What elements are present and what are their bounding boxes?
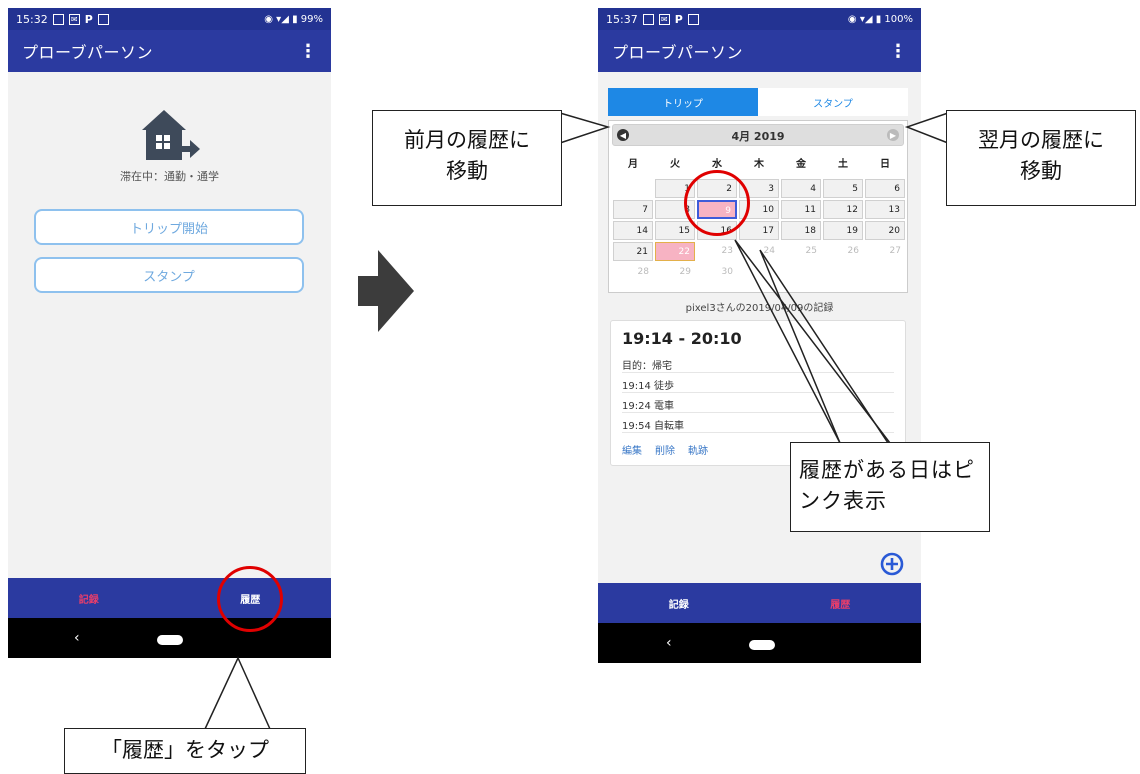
highlight-circle-selected-day — [684, 170, 750, 236]
callout-pink-text: 履歴がある日はピンク表示 — [799, 458, 975, 513]
callout-prev-month: 前月の履歴に移動 — [372, 110, 562, 206]
callout-next-month: 翌月の履歴に移動 — [946, 110, 1136, 206]
callout-next-text: 翌月の履歴に移動 — [978, 128, 1104, 183]
callout-prev-text: 前月の履歴に移動 — [404, 128, 530, 183]
callout-tap-history: 「履歴」をタップ — [64, 728, 306, 774]
highlight-circle-history-tab — [217, 566, 283, 632]
callout-pink-days: 履歴がある日はピンク表示 — [790, 442, 990, 532]
callout-tap-text: 「履歴」をタップ — [101, 738, 269, 762]
